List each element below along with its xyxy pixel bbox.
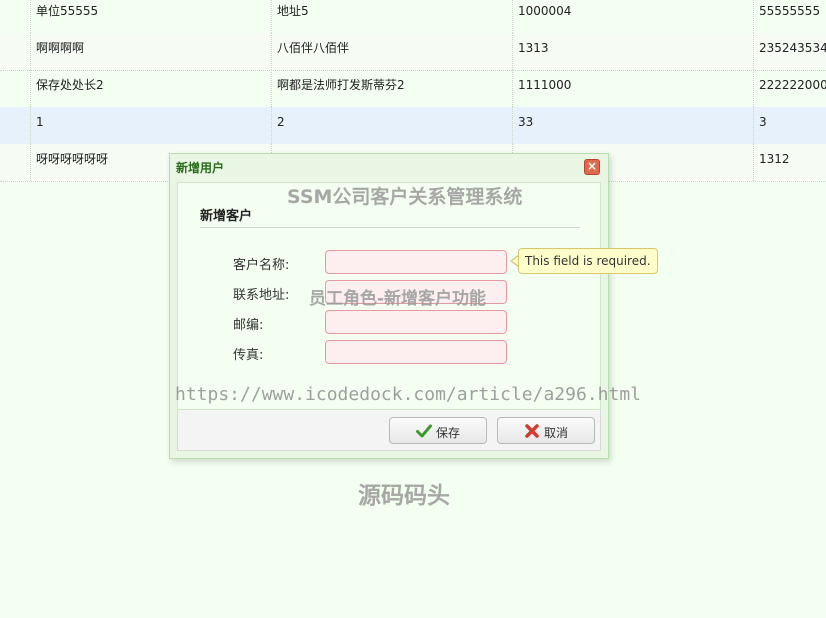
grid-cell: 1313 [512, 33, 753, 70]
fax-label: 传真: [233, 348, 264, 363]
row-number-cell [0, 107, 30, 144]
postcode-label: 邮编: [233, 318, 264, 333]
watermark-url: https://www.icodedock.com/article/a296.h… [175, 384, 641, 405]
grid-cell: 2 [271, 107, 512, 144]
dialog-footer: 保存 取消 [177, 410, 601, 451]
customer-name-input[interactable] [325, 250, 507, 274]
grid-cell: 2352435345 [753, 33, 826, 70]
grid-cell: 1000004 [512, 0, 753, 33]
dialog-header[interactable]: 新增用户 × [170, 154, 608, 180]
section-title: 新增客户 [200, 209, 253, 224]
grid-cell: 八佰伴八佰伴 [271, 33, 512, 70]
postcode-input[interactable] [325, 310, 507, 334]
close-icon[interactable]: × [584, 159, 600, 175]
cancel-button-label: 取消 [544, 426, 569, 440]
cancel-x-icon [525, 424, 539, 438]
row-number-cell [0, 0, 30, 33]
grid-cell: 1312 [753, 144, 826, 181]
table-row[interactable]: 啊啊啊啊 八佰伴八佰伴 1313 2352435345 [0, 33, 826, 71]
grid-cell: 33 [512, 107, 753, 144]
address-label: 联系地址: [233, 288, 290, 303]
grid-cell: 保存处处长2 [30, 70, 271, 107]
row-number-cell [0, 33, 30, 70]
fax-input[interactable] [325, 340, 507, 364]
watermark-feature: 员工角色-新增客户功能 [309, 289, 487, 309]
checkmark-icon [416, 424, 432, 438]
section-divider [200, 227, 580, 228]
table-row-selected[interactable]: 1 2 33 3 [0, 107, 826, 145]
grid-cell: 1 [30, 107, 271, 144]
save-button-label: 保存 [436, 426, 461, 440]
save-button[interactable]: 保存 [389, 417, 487, 444]
grid-cell: 55555555 [753, 0, 826, 33]
cancel-button[interactable]: 取消 [497, 417, 595, 444]
grid-cell: 地址5 [271, 0, 512, 33]
watermark-system-name: SSM公司客户关系管理系统 [287, 186, 523, 208]
grid-cell: 222222000 [753, 70, 826, 107]
table-row[interactable]: 单位55555 地址5 1000004 55555555 [0, 0, 826, 34]
grid-cell: 3 [753, 107, 826, 144]
grid-cell: 啊啊啊啊 [30, 33, 271, 70]
row-number-cell [0, 144, 30, 181]
validation-tooltip: This field is required. [518, 248, 658, 274]
customer-name-label: 客户名称: [233, 258, 290, 273]
row-number-cell [0, 70, 30, 107]
grid-cell: 单位55555 [30, 0, 271, 33]
dialog-title: 新增用户 [176, 161, 225, 175]
watermark-brand: 源码码头 [358, 483, 450, 509]
grid-cell: 1111000 [512, 70, 753, 107]
table-row[interactable]: 保存处处长2 啊都是法师打发斯蒂芬2 1111000 222222000 [0, 70, 826, 108]
grid-cell: 啊都是法师打发斯蒂芬2 [271, 70, 512, 107]
